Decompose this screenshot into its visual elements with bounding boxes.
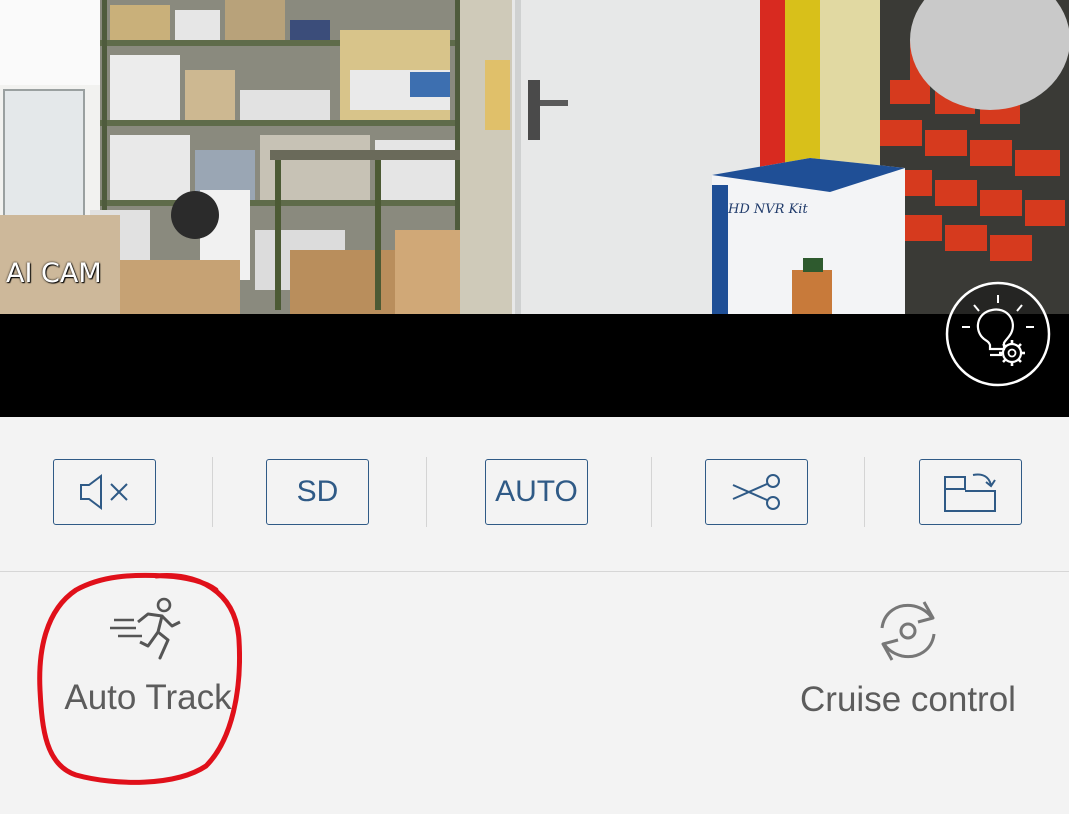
- rotate-cycle-icon: [880, 601, 936, 661]
- toolbar-divider: [651, 457, 652, 527]
- auto-track-button[interactable]: Auto Track: [60, 596, 236, 718]
- rotate-button[interactable]: [919, 459, 1022, 525]
- lightbulb-gear-icon: [945, 281, 1051, 387]
- feature-panel: Auto Track Cruise control: [0, 572, 1069, 814]
- video-player[interactable]: HD NVR Kit AI CAM: [0, 0, 1069, 417]
- video-controls-toolbar: SD AUTO: [0, 417, 1069, 572]
- mute-button[interactable]: [53, 459, 156, 525]
- toolbar-divider: [864, 457, 865, 527]
- cruise-control-label: Cruise control: [800, 680, 1016, 719]
- toolbar-divider: [212, 457, 213, 527]
- quality-button[interactable]: SD: [266, 459, 369, 525]
- light-settings-button[interactable]: [944, 281, 1052, 387]
- camera-label: AI CAM: [6, 258, 102, 289]
- mode-button[interactable]: AUTO: [485, 459, 588, 525]
- box-label: HD NVR Kit: [727, 202, 808, 217]
- toolbar-divider: [426, 457, 427, 527]
- running-person-icon: [110, 597, 181, 660]
- auto-track-label: Auto Track: [64, 678, 232, 717]
- cruise-control-button[interactable]: Cruise control: [790, 598, 1026, 720]
- scissors-icon: [732, 474, 780, 510]
- rotate-screen-icon: [943, 473, 996, 512]
- speaker-muted-icon: [79, 474, 128, 510]
- clip-button[interactable]: [705, 459, 808, 525]
- camera-feed: HD NVR Kit: [0, 0, 1069, 314]
